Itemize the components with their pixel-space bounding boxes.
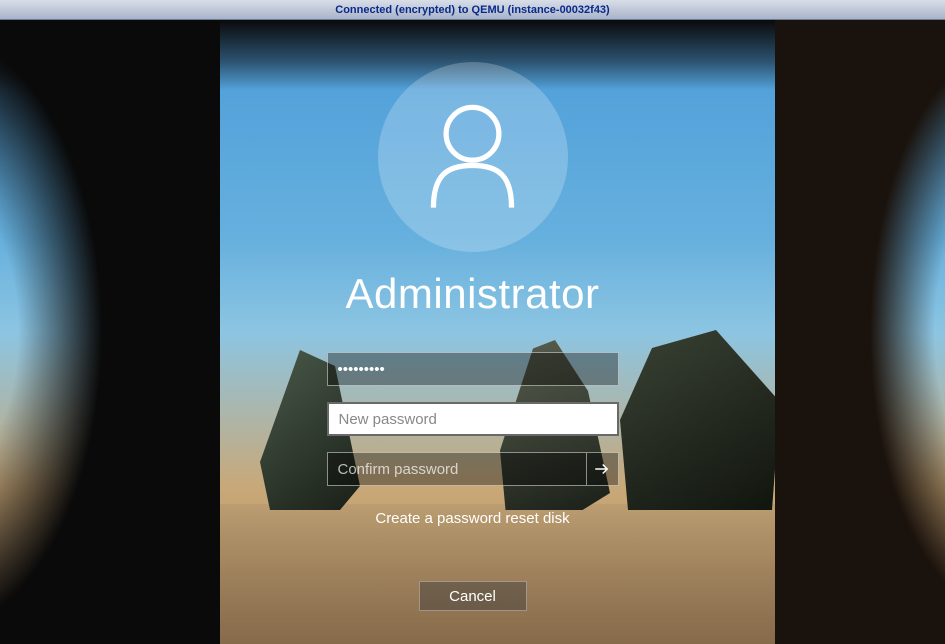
user-icon bbox=[425, 102, 520, 212]
login-panel: Administrator Create a password reset di… bbox=[0, 20, 945, 644]
login-screen: Administrator Create a password reset di… bbox=[0, 20, 945, 644]
current-password-input[interactable] bbox=[327, 352, 619, 386]
password-reset-link[interactable]: Create a password reset disk bbox=[375, 510, 569, 527]
vnc-status-bar: Connected (encrypted) to QEMU (instance-… bbox=[0, 0, 945, 20]
confirm-password-input[interactable] bbox=[327, 452, 587, 486]
new-password-input[interactable] bbox=[327, 402, 619, 436]
user-avatar bbox=[378, 62, 568, 252]
cancel-button[interactable]: Cancel bbox=[419, 581, 527, 611]
vnc-status-text: Connected (encrypted) to QEMU (instance-… bbox=[335, 4, 609, 16]
submit-button[interactable] bbox=[587, 452, 619, 486]
username-label: Administrator bbox=[346, 270, 600, 318]
arrow-right-icon bbox=[593, 460, 611, 478]
